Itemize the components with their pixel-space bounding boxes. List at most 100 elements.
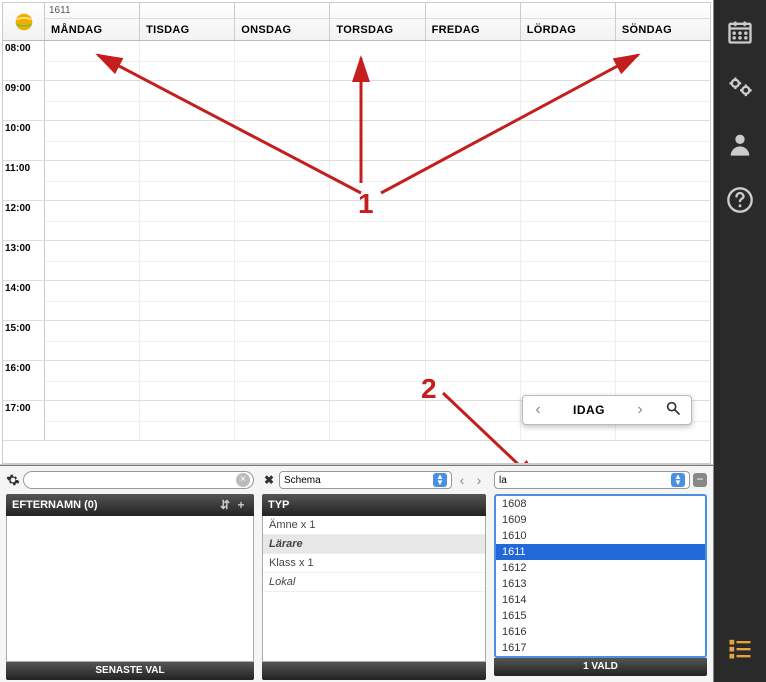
calendar-cell[interactable]	[45, 321, 140, 360]
calendar-cell[interactable]	[521, 121, 616, 160]
next-button[interactable]: ›	[625, 401, 655, 419]
selection-option[interactable]: 1616	[496, 624, 705, 640]
calendar-cell[interactable]	[140, 241, 235, 280]
calendar-cell[interactable]	[235, 161, 330, 200]
calendar-cell[interactable]	[616, 121, 710, 160]
calendar-cell[interactable]	[330, 41, 425, 80]
calendar-cell[interactable]	[521, 241, 616, 280]
calendar-cell[interactable]	[140, 281, 235, 320]
calendar-cell[interactable]	[426, 401, 521, 440]
senaste-val-footer[interactable]: SENASTE VAL	[6, 662, 254, 680]
selection-option[interactable]: 1615	[496, 608, 705, 624]
calendar-cell[interactable]	[426, 281, 521, 320]
calendar-cell[interactable]	[45, 161, 140, 200]
calendar-cell[interactable]	[521, 81, 616, 120]
calendar-cell[interactable]	[330, 401, 425, 440]
calendar-cell[interactable]	[45, 281, 140, 320]
calendar-cell[interactable]	[330, 321, 425, 360]
day-header[interactable]: SÖNDAG	[616, 19, 710, 40]
calendar-cell[interactable]	[521, 281, 616, 320]
day-header[interactable]: TISDAG	[140, 19, 234, 40]
calendar-cell[interactable]	[45, 81, 140, 120]
selection-option[interactable]: 1609	[496, 512, 705, 528]
calendar-cell[interactable]	[330, 361, 425, 400]
calendar-cell[interactable]	[426, 121, 521, 160]
help-icon[interactable]	[726, 186, 754, 214]
day-header[interactable]: TORSDAG	[330, 19, 424, 40]
calendar-cell[interactable]	[521, 41, 616, 80]
filter-dropdown[interactable]: la ▲▼	[494, 471, 690, 489]
close-icon[interactable]: ✖	[262, 473, 276, 487]
efternamn-list[interactable]	[6, 516, 254, 662]
calendar-cell[interactable]	[616, 241, 710, 280]
calendar-cell[interactable]	[330, 81, 425, 120]
calendar-cell[interactable]	[330, 241, 425, 280]
calendar-cell[interactable]	[45, 361, 140, 400]
typ-item-selected[interactable]: Lärare	[263, 535, 485, 554]
calendar-cell[interactable]	[616, 161, 710, 200]
search-button[interactable]	[655, 400, 691, 421]
selection-option[interactable]: 1617	[496, 640, 705, 656]
day-header[interactable]: MÅNDAG	[45, 19, 139, 40]
calendar-cell[interactable]	[616, 201, 710, 240]
calendar-cell[interactable]	[426, 361, 521, 400]
calendar-cell[interactable]	[140, 361, 235, 400]
calendar-cell[interactable]	[426, 241, 521, 280]
calendar-cell[interactable]	[235, 41, 330, 80]
calendar-cell[interactable]	[521, 321, 616, 360]
calendar-cell[interactable]	[235, 81, 330, 120]
calendar-cell[interactable]	[426, 81, 521, 120]
calendar-cell[interactable]	[45, 401, 140, 440]
calendar-cell[interactable]	[235, 401, 330, 440]
calendar-cell[interactable]	[235, 201, 330, 240]
calendar-cell[interactable]	[330, 201, 425, 240]
calendar-icon[interactable]	[726, 18, 754, 46]
calendar-cell[interactable]	[45, 241, 140, 280]
search-input[interactable]: ×	[23, 471, 254, 489]
calendar-cell[interactable]	[426, 201, 521, 240]
calendar-cell[interactable]	[616, 321, 710, 360]
add-icon[interactable]: +	[234, 498, 248, 512]
user-icon[interactable]	[726, 130, 754, 158]
calendar-cell[interactable]	[330, 121, 425, 160]
gear-icon[interactable]	[6, 473, 20, 487]
calendar-cell[interactable]	[426, 161, 521, 200]
calendar-cell[interactable]	[140, 121, 235, 160]
selection-option[interactable]: 1612	[496, 560, 705, 576]
sort-icon[interactable]: ⇵	[218, 498, 232, 512]
calendar-cell[interactable]	[616, 281, 710, 320]
calendar-cell[interactable]	[140, 401, 235, 440]
selection-option[interactable]: 1613	[496, 576, 705, 592]
calendar-cell[interactable]	[235, 121, 330, 160]
calendar-cell[interactable]	[140, 41, 235, 80]
calendar-cell[interactable]	[426, 321, 521, 360]
list-icon[interactable]	[726, 634, 754, 662]
calendar-cell[interactable]	[235, 241, 330, 280]
typ-item[interactable]: Klass x 1	[263, 554, 485, 573]
next-button[interactable]: ›	[472, 472, 486, 488]
prev-button[interactable]: ‹	[523, 401, 553, 419]
selection-option[interactable]: 1614	[496, 592, 705, 608]
calendar-cell[interactable]	[616, 41, 710, 80]
today-button[interactable]: IDAG	[553, 403, 625, 417]
selection-option[interactable]: 1610	[496, 528, 705, 544]
day-header[interactable]: FREDAG	[426, 19, 520, 40]
selection-option[interactable]: 1608	[496, 496, 705, 512]
calendar-cell[interactable]	[140, 81, 235, 120]
typ-item[interactable]: Ämne x 1	[263, 516, 485, 535]
calendar-cell[interactable]	[235, 281, 330, 320]
calendar-cell[interactable]	[426, 41, 521, 80]
calendar-cell[interactable]	[45, 201, 140, 240]
calendar-cell[interactable]	[235, 321, 330, 360]
clear-search-icon[interactable]: ×	[236, 473, 250, 487]
typ-item[interactable]: Lokal	[263, 573, 485, 592]
calendar-cell[interactable]	[45, 41, 140, 80]
calendar-cell[interactable]	[330, 281, 425, 320]
day-header[interactable]: LÖRDAG	[521, 19, 615, 40]
calendar-cell[interactable]	[140, 161, 235, 200]
calendar-cell[interactable]	[616, 81, 710, 120]
calendar-cell[interactable]	[521, 161, 616, 200]
calendar-cell[interactable]	[140, 201, 235, 240]
calendar-cell[interactable]	[45, 121, 140, 160]
calendar-cell[interactable]	[140, 321, 235, 360]
